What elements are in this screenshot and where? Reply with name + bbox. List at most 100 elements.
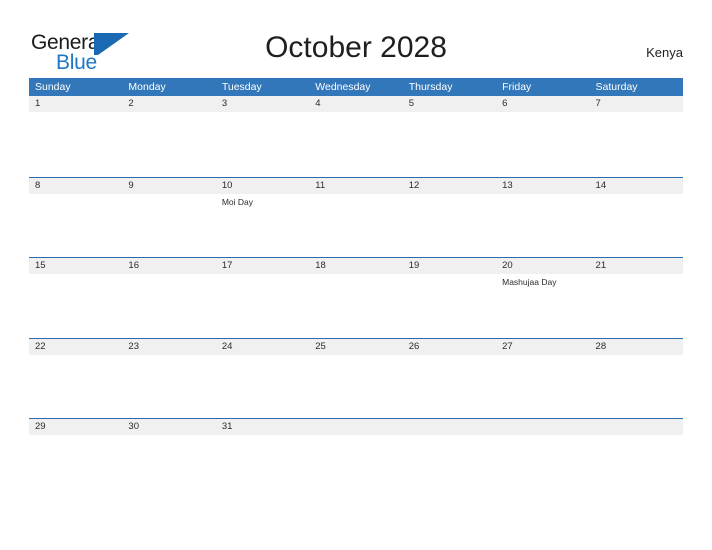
- day-number: 25: [315, 340, 326, 352]
- day-cell[interactable]: 19: [403, 258, 496, 274]
- day-events-cell[interactable]: [590, 435, 683, 499]
- day-cell[interactable]: 21: [590, 258, 683, 274]
- day-cell[interactable]: 23: [122, 339, 215, 355]
- day-cell[interactable]: 5: [403, 96, 496, 112]
- day-events-cell[interactable]: Moi Day: [216, 194, 309, 258]
- country-label: Kenya: [646, 45, 683, 60]
- day-events-cell[interactable]: [29, 435, 122, 499]
- weekday-sunday: Sunday: [35, 81, 71, 93]
- day-events-cell[interactable]: [29, 274, 122, 338]
- week-date-band: 8 9 10 11 12 13 14: [29, 176, 683, 194]
- day-cell[interactable]: 30: [122, 419, 215, 435]
- day-number: 5: [408, 98, 414, 109]
- day-events-cell[interactable]: [496, 112, 589, 176]
- day-events-cell[interactable]: [403, 194, 496, 258]
- calendar-week-row: 22 23 24 25 26 27 28: [29, 337, 683, 419]
- calendar-week-row: 29 30 31: [29, 418, 683, 499]
- day-cell[interactable]: 25: [309, 339, 402, 355]
- day-events-cell[interactable]: [309, 274, 402, 338]
- day-cell[interactable]: 3: [216, 96, 309, 112]
- day-cell[interactable]: 17: [216, 258, 309, 274]
- day-events-cell[interactable]: [309, 435, 402, 499]
- day-cell[interactable]: 14: [590, 178, 683, 194]
- day-events-cell[interactable]: [590, 274, 683, 338]
- day-events-cell[interactable]: [496, 355, 589, 419]
- day-events-cell[interactable]: Mashujaa Day: [496, 274, 589, 338]
- day-events-cell[interactable]: [216, 355, 309, 419]
- day-events-cell[interactable]: [216, 274, 309, 338]
- day-events-cell[interactable]: [122, 435, 215, 499]
- weekday-monday: Monday: [128, 81, 166, 93]
- week-date-band: 15 16 17 18 19 20 21: [29, 257, 683, 274]
- page-title: October 2028: [265, 31, 447, 64]
- day-events-cell[interactable]: [309, 355, 402, 419]
- day-cell[interactable]: 22: [29, 339, 122, 355]
- week-date-band: 22 23 24 25 26 27 28: [29, 337, 683, 355]
- day-cell[interactable]: 4: [309, 96, 402, 112]
- day-cell[interactable]: [403, 419, 496, 435]
- day-number: 23: [128, 340, 139, 352]
- week-event-band: [29, 112, 683, 176]
- day-cell[interactable]: 8: [29, 178, 122, 194]
- day-cell[interactable]: 13: [496, 178, 589, 194]
- day-number: 7: [595, 98, 601, 109]
- day-events-cell[interactable]: [29, 355, 122, 419]
- calendar-week-row: 15 16 17 18 19 20 21 Mashujaa Day: [29, 257, 683, 338]
- day-events-cell[interactable]: [122, 355, 215, 419]
- day-events-cell[interactable]: [403, 355, 496, 419]
- day-events-cell[interactable]: [590, 112, 683, 176]
- week-event-band: Mashujaa Day: [29, 274, 683, 338]
- day-cell[interactable]: [496, 419, 589, 435]
- day-cell[interactable]: 18: [309, 258, 402, 274]
- day-number: 13: [502, 179, 513, 191]
- calendar-weeks: 1 2 3 4 5 6 7 8 9 10 11 12 13 14 Moi Day 15 16 17 18 19 20 21…: [29, 96, 683, 499]
- day-number: 30: [128, 421, 139, 432]
- page-header: General Blue October 2028 Kenya: [0, 0, 712, 76]
- day-cell[interactable]: 6: [496, 96, 589, 112]
- day-events-cell[interactable]: [122, 194, 215, 258]
- day-number: 28: [595, 340, 607, 352]
- day-events-cell[interactable]: [29, 194, 122, 258]
- day-cell[interactable]: 12: [403, 178, 496, 194]
- day-number: 6: [502, 98, 508, 109]
- day-cell[interactable]: [309, 419, 402, 435]
- day-events-cell[interactable]: [29, 112, 122, 176]
- day-cell[interactable]: 27: [496, 339, 589, 355]
- day-event-label: Mashujaa Day: [502, 277, 557, 287]
- day-cell[interactable]: 11: [309, 178, 402, 194]
- day-cell[interactable]: 20: [496, 258, 589, 274]
- weekday-friday: Friday: [502, 81, 532, 93]
- day-cell[interactable]: [590, 419, 683, 435]
- day-cell[interactable]: 7: [590, 96, 683, 112]
- day-events-cell[interactable]: [403, 435, 496, 499]
- day-number: 24: [221, 340, 233, 352]
- day-cell[interactable]: 29: [29, 419, 122, 435]
- day-events-cell[interactable]: [216, 112, 309, 176]
- day-events-cell[interactable]: [122, 112, 215, 176]
- day-cell[interactable]: 31: [216, 419, 309, 435]
- calendar-page: General Blue October 2028 Kenya Sunday M…: [0, 0, 712, 550]
- day-number: 4: [315, 98, 321, 109]
- day-number: 20: [502, 260, 513, 271]
- day-events-cell[interactable]: [590, 194, 683, 258]
- day-cell[interactable]: 1: [29, 96, 122, 112]
- weekday-header-row: Sunday Monday Tuesday Wednesday Thursday…: [29, 78, 683, 96]
- day-cell[interactable]: 9: [122, 178, 215, 194]
- day-events-cell[interactable]: [403, 274, 496, 338]
- day-events-cell[interactable]: [309, 112, 402, 176]
- day-cell[interactable]: 2: [122, 96, 215, 112]
- day-cell[interactable]: 28: [590, 339, 683, 355]
- day-cell[interactable]: 24: [216, 339, 309, 355]
- day-events-cell[interactable]: [496, 194, 589, 258]
- day-events-cell[interactable]: [122, 274, 215, 338]
- day-events-cell[interactable]: [309, 194, 402, 258]
- day-events-cell[interactable]: [216, 435, 309, 499]
- day-events-cell[interactable]: [590, 355, 683, 419]
- day-events-cell[interactable]: [403, 112, 496, 176]
- calendar-week-row: 8 9 10 11 12 13 14 Moi Day: [29, 176, 683, 258]
- day-cell[interactable]: 26: [403, 339, 496, 355]
- day-cell[interactable]: 16: [122, 258, 215, 274]
- day-events-cell[interactable]: [496, 435, 589, 499]
- day-cell[interactable]: 15: [29, 258, 122, 274]
- day-cell[interactable]: 10: [216, 178, 309, 194]
